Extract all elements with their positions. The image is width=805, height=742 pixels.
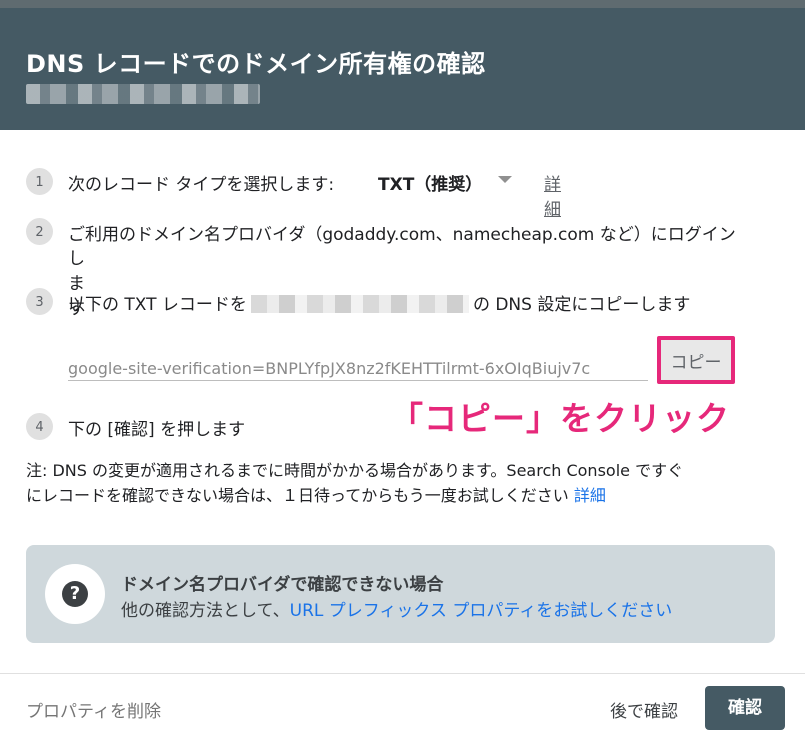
step-2-text: ご利用のドメイン名プロバイダ（godaddy.com、namecheap.com… (68, 225, 736, 245)
help-heading: ドメイン名プロバイダで確認できない場合 (121, 575, 444, 595)
step-number: 1 (26, 168, 53, 195)
txt-record-field[interactable] (68, 356, 648, 381)
step-3-text-before: 以下の TXT レコードを (68, 295, 247, 315)
dns-note: 注: DNS の変更が適用されるまでに時間がかかる場合があります。Search … (26, 458, 786, 508)
record-type-select[interactable]: TXT（推奨） (378, 170, 482, 195)
step-number: 2 (26, 218, 53, 245)
txt-record-input[interactable] (68, 356, 648, 380)
dialog-title: DNS レコードでのドメイン所有権の確認 (26, 50, 486, 78)
delete-property-button[interactable]: プロパティを削除 (26, 697, 161, 722)
chevron-down-icon[interactable] (498, 176, 512, 183)
help-icon-circle: ? (45, 564, 105, 624)
step-1-text: 次のレコード タイプを選択します: (68, 175, 335, 195)
help-box: ? ドメイン名プロバイダで確認できない場合 他の確認方法として、URL プレフィ… (26, 545, 775, 643)
help-body: 他の確認方法として、URL プレフィックス プロパティをお試しください (121, 596, 672, 621)
note-line-2: にレコードを確認できない場合は、１日待ってからもう一度お試しください 詳細 (26, 483, 786, 508)
copy-button[interactable]: コピー (657, 336, 735, 384)
url-prefix-link[interactable]: URL プレフィックス プロパティをお試しください (290, 601, 673, 621)
help-body-prefix: 他の確認方法として、 (121, 601, 290, 621)
redacted-domain (26, 84, 260, 104)
step-3-text: 以下の TXT レコードを の DNS 設定にコピーします (68, 290, 690, 315)
note-detail-link[interactable]: 詳細 (574, 486, 606, 505)
confirm-button[interactable]: 確認 (705, 686, 785, 730)
step-number: 4 (26, 413, 53, 440)
top-strip (0, 0, 805, 8)
dialog-footer: プロパティを削除 後で確認 確認 (0, 673, 805, 742)
dialog-header: DNS レコードでのドメイン所有権の確認 (0, 8, 805, 130)
help-icon: ? (62, 581, 88, 607)
copy-annotation: 「コピー」をクリック (390, 399, 730, 438)
verify-later-button[interactable]: 後で確認 (610, 697, 678, 722)
step-number: 3 (26, 288, 53, 315)
step-4-text: 下の [確認] を押します (68, 420, 246, 440)
step-3-text-after: の DNS 設定にコピーします (472, 295, 691, 315)
detail-link[interactable]: 詳細 (544, 170, 561, 220)
note-line-1: 注: DNS の変更が適用されるまでに時間がかかる場合があります。Search … (26, 461, 684, 480)
note-line-2-text: にレコードを確認できない場合は、１日待ってからもう一度お試しください (26, 486, 569, 505)
redacted-domain-inline (250, 295, 469, 313)
